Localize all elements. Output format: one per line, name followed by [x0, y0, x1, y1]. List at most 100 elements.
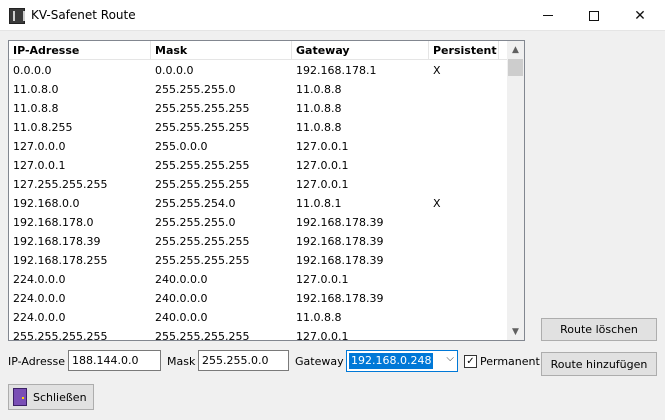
cell-persistent: X: [433, 64, 441, 77]
cell-persistent: [429, 175, 499, 194]
scroll-thumb[interactable]: [508, 59, 523, 76]
cell-gateway: 127.0.0.1: [296, 159, 349, 172]
table-row[interactable]: 127.0.0.0 255.0.0.0 127.0.0.1: [9, 137, 509, 156]
cell-gateway: 11.0.8.8: [296, 83, 342, 96]
cell-gateway: 192.168.178.39: [296, 216, 384, 229]
table-row[interactable]: 0.0.0.0 0.0.0.0 192.168.178.1 X: [9, 61, 509, 80]
cell-gateway: 11.0.8.8: [296, 311, 342, 324]
cell-persistent: X: [433, 197, 441, 210]
window-title: KV-Safenet Route: [31, 8, 136, 22]
table-row[interactable]: 11.0.8.255 255.255.255.255 11.0.8.8: [9, 118, 509, 137]
cell-gateway: 127.0.0.1: [296, 140, 349, 153]
maximize-icon: [589, 10, 599, 21]
cell-ip: 224.0.0.0: [13, 292, 66, 305]
minimize-button[interactable]: [525, 0, 571, 31]
check-icon: ✓: [466, 355, 475, 367]
cell-gateway: 11.0.8.8: [296, 121, 342, 134]
table-row[interactable]: 192.168.178.255 255.255.255.255 192.168.17…: [9, 251, 509, 270]
cell-ip: 11.0.8.255: [13, 121, 73, 134]
ip-label: IP-Adresse: [8, 355, 65, 368]
mask-input[interactable]: [198, 350, 289, 371]
close-icon: ✕: [634, 7, 646, 24]
cell-gateway: 127.0.0.1: [296, 330, 349, 341]
cell-ip: 127.0.0.0: [13, 140, 66, 153]
table-body: 0.0.0.0 0.0.0.0 192.168.178.1 X 11.0.8.0 255.…: [9, 61, 509, 341]
cell-mask: 255.255.255.0: [155, 216, 236, 229]
cell-persistent: [429, 289, 499, 308]
table-row[interactable]: 224.0.0.0 240.0.0.0 127.0.0.1: [9, 270, 509, 289]
maximize-button[interactable]: [571, 0, 617, 31]
table-row[interactable]: 192.168.178.0 255.255.255.0 192.168.178.39: [9, 213, 509, 232]
table-row[interactable]: 192.168.0.0 255.255.254.0 11.0.8.1 X: [9, 194, 509, 213]
cell-mask: 255.255.255.255: [155, 254, 250, 267]
cell-mask: 0.0.0.0: [155, 64, 194, 77]
cell-persistent: [429, 156, 499, 175]
title-bar: KV-Safenet Route ✕: [0, 0, 665, 31]
cell-ip: 127.0.0.1: [13, 159, 66, 172]
cell-mask: 255.255.255.255: [155, 178, 250, 191]
cell-mask: 255.255.255.255: [155, 121, 250, 134]
cell-ip: 224.0.0.0: [13, 311, 66, 324]
cell-gateway: 11.0.8.8: [296, 102, 342, 115]
column-header-gateway[interactable]: Gateway: [292, 41, 429, 60]
cell-mask: 255.255.254.0: [155, 197, 236, 210]
gateway-combobox[interactable]: 192.168.0.248 ⌵: [346, 350, 458, 372]
cell-gateway: 192.168.178.39: [296, 292, 384, 305]
cell-persistent: [429, 137, 499, 156]
cell-mask: 255.0.0.0: [155, 140, 208, 153]
cell-persistent: [429, 118, 499, 137]
cell-persistent: [429, 327, 499, 341]
table-row[interactable]: 255.255.255.255 255.255.255.255 127.0.0.1: [9, 327, 509, 341]
vertical-scrollbar[interactable]: ▲ ▼: [507, 41, 524, 340]
close-button[interactable]: Schließen: [8, 384, 94, 410]
cell-mask: 255.255.255.0: [155, 83, 236, 96]
cell-mask: 240.0.0.0: [155, 311, 208, 324]
cell-ip: 192.168.178.39: [13, 235, 101, 248]
cell-gateway: 192.168.178.39: [296, 254, 384, 267]
cell-gateway: 192.168.178.39: [296, 235, 384, 248]
mask-label: Mask: [167, 355, 196, 368]
table-header: IP-Adresse Mask Gateway Persistent: [9, 41, 509, 60]
scroll-down-icon[interactable]: ▼: [507, 323, 524, 340]
cell-ip: 0.0.0.0: [13, 64, 52, 77]
column-header-ip[interactable]: IP-Adresse: [9, 41, 151, 60]
route-table[interactable]: IP-Adresse Mask Gateway Persistent 0.0.0…: [8, 40, 525, 341]
gateway-value[interactable]: 192.168.0.248: [349, 353, 434, 369]
permanent-checkbox[interactable]: ✓: [464, 355, 477, 368]
cell-gateway: 11.0.8.1: [296, 197, 342, 210]
column-header-mask[interactable]: Mask: [151, 41, 292, 60]
table-row[interactable]: 224.0.0.0 240.0.0.0 11.0.8.8: [9, 308, 509, 327]
chevron-down-icon[interactable]: ⌵: [446, 353, 454, 364]
cell-mask: 255.255.255.255: [155, 330, 250, 341]
cell-ip: 192.168.0.0: [13, 197, 80, 210]
cell-mask: 255.255.255.255: [155, 102, 250, 115]
table-row[interactable]: 11.0.8.8 255.255.255.255 11.0.8.8: [9, 99, 509, 118]
scroll-up-icon[interactable]: ▲: [507, 41, 524, 58]
permanent-label[interactable]: Permanent: [480, 355, 540, 368]
table-row[interactable]: 127.0.0.1 255.255.255.255 127.0.0.1: [9, 156, 509, 175]
cell-gateway: 127.0.0.1: [296, 273, 349, 286]
cell-ip: 224.0.0.0: [13, 273, 66, 286]
cell-ip: 11.0.8.0: [13, 83, 59, 96]
table-row[interactable]: 127.255.255.255 255.255.255.255 127.0.0.1: [9, 175, 509, 194]
cell-persistent: [429, 99, 499, 118]
ip-address-input[interactable]: [68, 350, 161, 371]
cell-persistent: [429, 213, 499, 232]
table-row[interactable]: 224.0.0.0 240.0.0.0 192.168.178.39: [9, 289, 509, 308]
close-window-button[interactable]: ✕: [617, 0, 663, 31]
door-icon: [13, 388, 27, 406]
delete-route-button[interactable]: Route löschen: [541, 318, 657, 341]
minimize-icon: [543, 15, 553, 16]
cell-ip: 192.168.178.0: [13, 216, 94, 229]
cell-mask: 240.0.0.0: [155, 273, 208, 286]
table-row[interactable]: 11.0.8.0 255.255.255.0 11.0.8.8: [9, 80, 509, 99]
cell-mask: 240.0.0.0: [155, 292, 208, 305]
table-row[interactable]: 192.168.178.39 255.255.255.255 192.168.178…: [9, 232, 509, 251]
cell-ip: 11.0.8.8: [13, 102, 59, 115]
add-route-button[interactable]: Route hinzufügen: [541, 352, 657, 376]
cell-persistent: [429, 308, 499, 327]
cell-gateway: 192.168.178.1: [296, 64, 377, 77]
column-header-persistent[interactable]: Persistent: [429, 41, 499, 60]
cell-gateway: 127.0.0.1: [296, 178, 349, 191]
cell-persistent: [429, 232, 499, 251]
